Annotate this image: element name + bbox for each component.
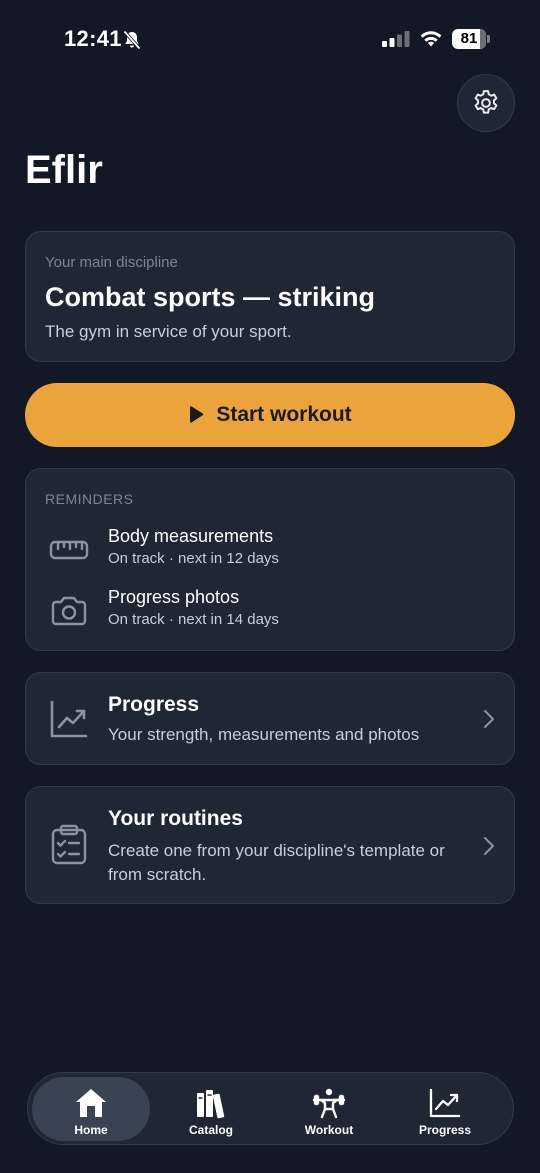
battery-level: 81 <box>460 30 478 47</box>
reminder-body-measurements[interactable]: Body measurements On track · next in 12 … <box>26 526 516 576</box>
discipline-subtitle: The gym in service of your sport. <box>45 322 292 341</box>
tab-label: Catalog <box>188 1123 233 1137</box>
reminder-name: Body measurements <box>108 526 274 546</box>
settings-button[interactable] <box>457 74 515 132</box>
camera-icon <box>51 596 87 626</box>
routines-card-subtitle: Create one from your discipline's templa… <box>108 841 445 884</box>
tab-workout[interactable]: Workout <box>270 1077 388 1141</box>
status-time: 12:41 <box>64 26 122 51</box>
start-workout-label: Start workout <box>216 403 352 426</box>
progress-card[interactable]: Progress Your strength, measurements and… <box>25 672 515 765</box>
reminders-card: REMINDERS Body measurements On track · n… <box>25 468 515 651</box>
cellular-signal-icon <box>382 31 410 47</box>
discipline-card: Your main discipline Combat sports — str… <box>25 231 515 362</box>
chevron-right-icon <box>484 837 494 855</box>
play-icon <box>190 406 204 423</box>
tab-bar: Home Catalog Workout Progress <box>27 1072 514 1145</box>
routines-card[interactable]: Your routines Create one from your disci… <box>25 786 515 904</box>
routines-card-title: Your routines <box>108 807 243 830</box>
page-title: Eflir <box>25 148 103 192</box>
tab-label: Home <box>74 1123 108 1137</box>
home-icon <box>76 1089 106 1117</box>
discipline-label: Your main discipline <box>45 254 178 271</box>
weightlifter-icon <box>312 1088 346 1119</box>
tab-home[interactable]: Home <box>32 1077 150 1141</box>
tab-label: Workout <box>304 1123 354 1137</box>
chart-icon <box>429 1088 461 1118</box>
tab-progress[interactable]: Progress <box>386 1077 504 1141</box>
battery-tip <box>487 35 490 43</box>
chevron-right-icon <box>484 710 494 728</box>
bell-muted-icon <box>123 30 141 50</box>
gear-icon <box>474 90 498 114</box>
battery-indicator: 81 <box>452 29 490 49</box>
reminders-title: REMINDERS <box>45 491 134 507</box>
start-workout-button[interactable]: Start workout <box>25 383 515 447</box>
wifi-icon <box>420 31 442 47</box>
discipline-title: Combat sports — striking <box>45 282 376 312</box>
reminder-status: On track · next in 12 days <box>108 550 279 567</box>
reminder-status: On track · next in 14 days <box>108 611 279 628</box>
tab-catalog[interactable]: Catalog <box>152 1077 270 1141</box>
books-icon <box>197 1090 225 1119</box>
reminder-name: Progress photos <box>108 587 240 607</box>
battery-body: 81 <box>452 29 486 49</box>
chart-icon <box>50 700 88 738</box>
ruler-icon <box>49 540 89 560</box>
clipboard-checklist-icon <box>51 824 87 865</box>
home-screen: 12:41 81 Eflir Your main discipline Comb… <box>0 0 540 1173</box>
progress-card-title: Progress <box>108 693 200 716</box>
tab-label: Progress <box>418 1123 472 1137</box>
status-bar: 12:41 81 <box>0 0 540 80</box>
progress-card-subtitle: Your strength, measurements and photos <box>108 725 420 744</box>
reminder-progress-photos[interactable]: Progress photos On track · next in 14 da… <box>26 587 516 637</box>
